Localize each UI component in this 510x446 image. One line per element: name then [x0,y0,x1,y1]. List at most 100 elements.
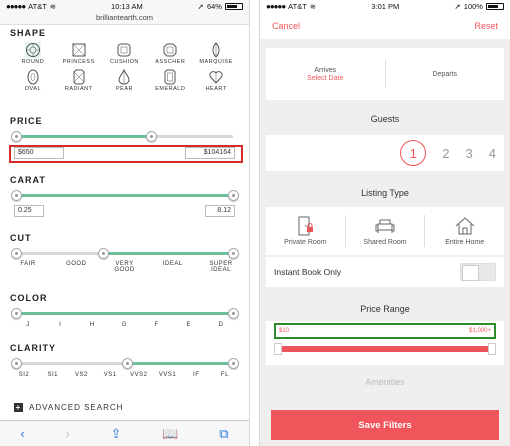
status-time: 10:13 AM [111,2,143,11]
price-range-slider[interactable] [274,343,496,355]
color-label: J [26,322,30,328]
color-labels: J I H G F E D [14,322,235,328]
left-status-bar: ●●●●● AT&T ≋ 10:13 AM ➚ 64% [0,0,249,13]
guest-option-2[interactable]: 2 [442,146,449,161]
advanced-search-toggle[interactable]: + ADVANCED SEARCH [14,403,123,412]
forward-icon[interactable]: › [66,426,70,441]
shared-room-label: Shared Room [363,239,407,246]
listing-type-selector: Private Room Shared Room Entire Home [266,207,504,255]
carat-min-input[interactable]: 0.25 [14,205,44,217]
color-min-thumb[interactable] [11,308,22,319]
carat-min-thumb[interactable] [11,190,22,201]
carat-slider[interactable] [11,190,239,201]
save-filters-button[interactable]: Save Filters [271,410,499,440]
bookmarks-icon[interactable]: 📖 [162,426,178,442]
share-icon[interactable]: ⇪ [111,426,122,442]
departs-label: Departs [432,70,457,78]
instant-book-toggle[interactable] [460,263,496,281]
entire-home-option[interactable]: Entire Home [425,207,504,255]
tabs-icon[interactable]: ⧉ [219,426,228,442]
url-bar[interactable]: brilliantearth.com [0,13,249,25]
price-range-max-handle[interactable] [488,343,496,355]
price-max-thumb[interactable] [145,131,157,142]
cut-min-thumb[interactable] [11,248,22,259]
color-max-thumb[interactable] [228,308,239,319]
filter-panel: SHAPE ROUND PRINCESS CUSHION ASSCHER MAR… [0,25,249,420]
carat-max-thumb[interactable] [228,190,239,201]
shape-princess[interactable]: PRINCESS [56,42,102,69]
shape-label: MARQUISE [199,59,233,65]
shape-heart[interactable]: HEART [193,69,239,96]
shape-label: ASSCHER [155,59,186,65]
shared-room-option[interactable]: Shared Room [346,207,425,255]
left-phone-screen: ●●●●● AT&T ≋ 10:13 AM ➚ 64% brilliantearth.… [0,0,250,446]
shape-oval[interactable]: OVAL [10,69,56,96]
price-range-labels-highlight: $10 $1,000+ [274,323,496,339]
cut-max-thumb[interactable] [228,248,239,259]
pear-diamond-icon [118,69,130,85]
status-time: 3:01 PM [371,2,400,11]
battery-icon [224,3,243,10]
select-date-link: Select Date [307,74,344,82]
clarity-slider[interactable] [11,358,239,369]
save-filters-label: Save Filters [358,419,412,431]
guest-option-1[interactable]: 1 [400,140,427,166]
location-icon: ➚ [197,2,204,11]
cut-range-fill [102,252,233,255]
guest-option-3[interactable]: 3 [466,146,473,161]
shape-marquise[interactable]: MARQUISE [193,42,239,69]
filters-header: Cancel Reset [260,13,510,39]
back-icon[interactable]: ‹ [20,426,24,441]
departs-field[interactable]: Departs [386,48,505,100]
color-label: E [186,322,192,328]
shape-label: HEART [205,86,227,92]
shape-emerald[interactable]: EMERALD [147,69,193,96]
door-lock-icon [298,216,314,236]
signal-icon: ●●●●● [6,2,26,11]
clarity-mid-thumb[interactable] [121,358,133,369]
price-min-input[interactable]: $650 [14,147,64,159]
wifi-icon: ≋ [49,2,57,11]
shape-round[interactable]: ROUND [10,42,56,69]
cut-label: SUPER IDEAL [209,261,233,273]
clarity-label: FL [220,372,229,378]
shape-cushion[interactable]: CUSHION [102,42,148,69]
carat-range-fill [16,194,233,197]
price-range-min-handle[interactable] [274,343,282,355]
cut-labels: FAIR GOOD VERY GOOD IDEAL SUPER IDEAL [14,261,235,273]
cut-slider[interactable] [11,248,239,259]
heart-diamond-icon [209,71,223,84]
reset-button[interactable]: Reset [474,21,498,31]
wifi-icon: ≋ [309,2,317,11]
carat-max-input[interactable]: 8.12 [205,205,235,217]
amenities-title: Amenities [365,377,405,387]
location-icon: ➚ [454,2,461,11]
clarity-min-thumb[interactable] [11,358,22,369]
cancel-button[interactable]: Cancel [272,21,300,31]
price-min-thumb[interactable] [11,131,22,142]
shape-label: ROUND [21,59,45,65]
signal-icon: ●●●●● [266,2,286,11]
clarity-label: VS1 [103,372,117,378]
color-label: H [89,322,95,328]
arrives-label: Arrives [314,66,337,74]
shape-title: SHAPE [10,28,47,38]
price-title: PRICE [10,116,43,126]
private-room-option[interactable]: Private Room [266,207,345,255]
price-slider[interactable] [11,131,233,142]
shape-asscher[interactable]: ASSCHER [147,42,193,69]
color-slider[interactable] [11,308,239,319]
battery-percent: 64% [206,2,222,11]
price-max-label: $1,000+ [469,328,491,334]
asscher-diamond-icon [163,43,177,57]
price-max-input[interactable]: $104164 [185,147,235,159]
clarity-max-thumb[interactable] [228,358,239,369]
shape-label: PEAR [116,86,133,92]
clarity-labels: SI2 SI1 VS2 VS1 VVS2 VVS1 IF FL [10,372,239,378]
guest-option-4[interactable]: 4 [489,146,496,161]
cut-mid-thumb[interactable] [97,248,109,259]
private-room-label: Private Room [284,239,327,246]
shape-radiant[interactable]: RADIANT [56,69,102,96]
shape-pear[interactable]: PEAR [102,69,148,96]
arrives-field[interactable]: Arrives Select Date [266,48,385,100]
